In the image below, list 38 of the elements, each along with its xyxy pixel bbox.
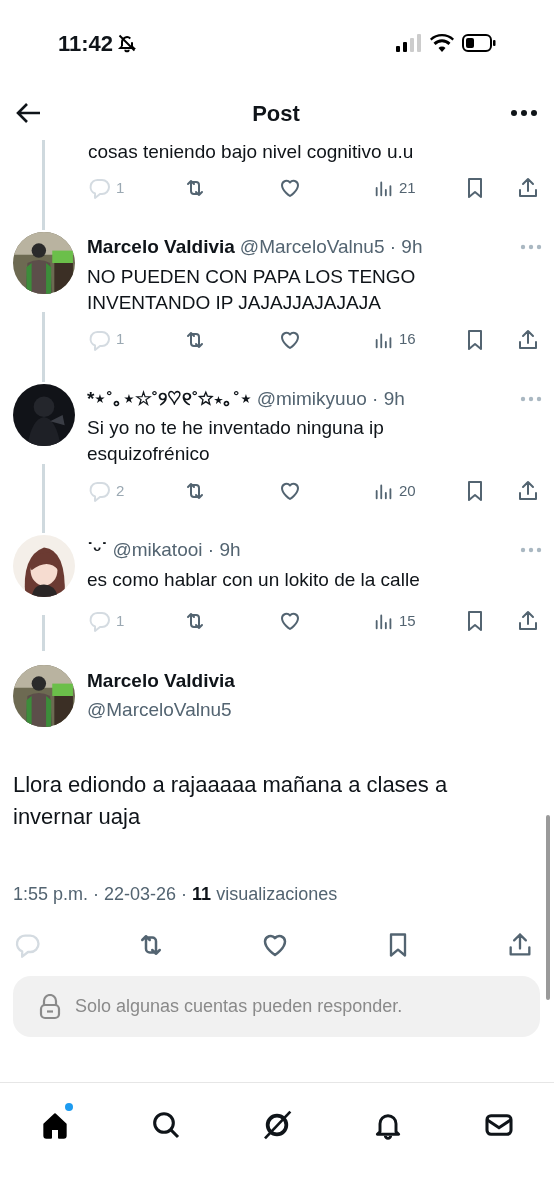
- share-icon[interactable]: [516, 176, 540, 200]
- post-metadata: 1:55 p.m. · 22-03-26 · 11 visualizaciones: [12, 883, 339, 906]
- share-icon[interactable]: [516, 479, 540, 503]
- page-title: Post: [252, 99, 300, 128]
- share-icon[interactable]: [516, 327, 540, 352]
- lock-icon: [39, 993, 61, 1020]
- view-count: 15: [399, 610, 416, 631]
- reply-count: 1: [116, 610, 125, 631]
- more-options-icon[interactable]: [510, 109, 538, 117]
- share-icon[interactable]: [516, 609, 540, 633]
- author-handle: @MarceloValnu5 · 9h: [239, 235, 423, 259]
- author-name: Marcelo Valdivia: [87, 235, 235, 259]
- author-handle: @mimikyuuo · 9h: [256, 386, 405, 411]
- view-count: 20: [399, 480, 416, 501]
- reply-count: 1: [116, 177, 125, 198]
- muted-bell-icon: [117, 33, 138, 53]
- battery-icon: [462, 34, 496, 52]
- reply-text: NO PUEDEN CON PAPA LOS TENGO INVENTANDO IP JAJAJJAJAJAJA: [87, 264, 417, 315]
- reply-count: 1: [116, 329, 125, 350]
- view-count: 21: [399, 177, 416, 198]
- reply-text: Si yo no te he inventado ninguna ip esquizofrénico: [87, 416, 385, 466]
- wifi-icon: [430, 34, 454, 52]
- slashed-circle-icon[interactable]: [261, 1109, 293, 1141]
- scroll-bar[interactable]: [546, 815, 550, 1000]
- view-count: 16: [399, 329, 416, 350]
- reply-count: 2: [116, 480, 125, 501]
- reply-text: es como hablar con un lokito de la calle: [87, 567, 421, 592]
- author-name: Marcelo Valdivia: [87, 669, 235, 693]
- back-arrow-icon[interactable]: [16, 102, 42, 124]
- author-name: ˙ᵕ˙: [87, 538, 108, 562]
- clock-time: 11:42: [58, 29, 114, 58]
- author-name: *⋆˚｡⋆☆˚୨♡୧˚☆⋆｡˚⋆: [87, 386, 252, 411]
- author-handle: @mikatooi · 9h: [112, 538, 241, 562]
- signal-icon: [396, 34, 422, 52]
- post-text: Llora ediondo a rajaaaaa mañana a clases a invernar uaja: [12, 771, 449, 831]
- notice-text: Solo algunas cuentas pueden responder.: [75, 995, 403, 1018]
- reply-text: cosas teniendo bajo nivel cognitivo u.u: [87, 140, 415, 164]
- author-handle: @MarceloValnu5: [87, 697, 233, 722]
